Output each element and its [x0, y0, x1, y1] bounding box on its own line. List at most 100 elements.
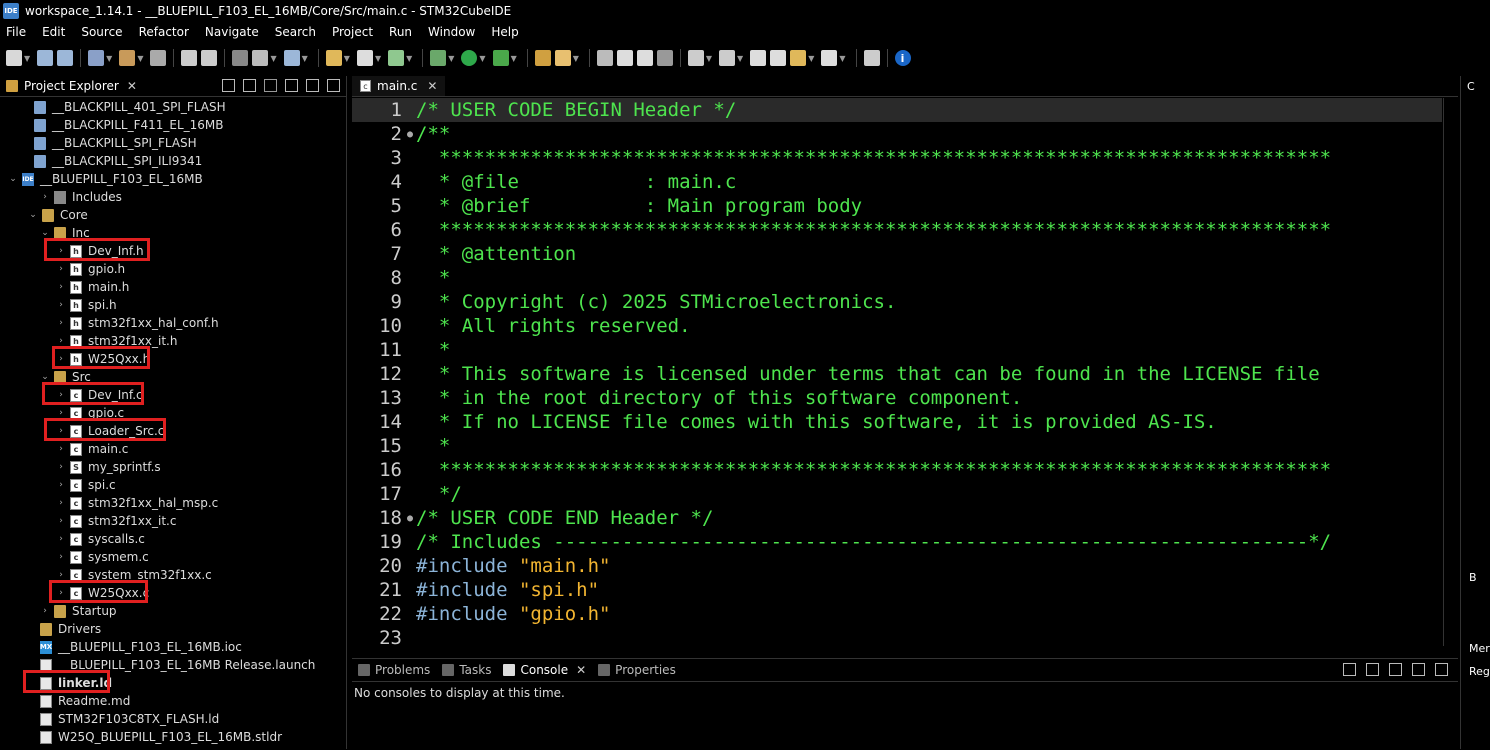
- menu-window[interactable]: Window: [422, 25, 485, 39]
- dropdown-arrow-icon[interactable]: ▼: [573, 54, 579, 63]
- dropdown-arrow-icon[interactable]: ▼: [375, 54, 381, 63]
- outline-tab-label[interactable]: C: [1467, 80, 1475, 93]
- chevron-down-icon[interactable]: ⌄: [8, 174, 18, 184]
- dropdown-arrow-icon[interactable]: ▼: [808, 54, 814, 63]
- tree-item[interactable]: __BLACKPILL_F411_EL_16MB: [20, 116, 224, 134]
- prev-annotation-icon[interactable]: [719, 50, 736, 66]
- dropdown-arrow-icon[interactable]: ▼: [737, 54, 743, 63]
- view-menu-icon[interactable]: [285, 79, 298, 92]
- maximize-icon[interactable]: [327, 79, 340, 92]
- tree-item[interactable]: › h gpio.h: [56, 260, 125, 278]
- chevron-down-icon[interactable]: ⌄: [40, 372, 50, 382]
- tree-item[interactable]: STM32F103C8TX_FLASH.ld: [26, 710, 219, 728]
- tab-main-c[interactable]: c main.c ✕: [352, 76, 446, 96]
- build-hammer-icon[interactable]: [119, 50, 136, 66]
- dropdown-arrow-icon[interactable]: ▼: [270, 54, 276, 63]
- filter-icon[interactable]: [264, 79, 277, 92]
- save-all-icon[interactable]: [57, 50, 74, 66]
- code-line[interactable]: 21 #include "spi.h": [352, 578, 1442, 602]
- tree-item[interactable]: › c stm32f1xx_it.c: [56, 512, 176, 530]
- tree-item[interactable]: › h stm32f1xx_hal_conf.h: [56, 314, 218, 332]
- chevron-right-icon[interactable]: ›: [56, 336, 66, 346]
- forward-icon[interactable]: [770, 50, 787, 66]
- chevron-right-icon[interactable]: ›: [56, 408, 66, 418]
- list-icon[interactable]: [636, 50, 653, 66]
- code-line[interactable]: 1 /* USER CODE BEGIN Header */: [352, 98, 1442, 122]
- brush-icon[interactable]: [554, 50, 571, 66]
- menu-search[interactable]: Search: [269, 25, 326, 39]
- device-icon[interactable]: [283, 50, 300, 66]
- tree-item[interactable]: __BLACKPILL_401_SPI_FLASH: [20, 98, 226, 116]
- document-icon[interactable]: [616, 50, 633, 66]
- debug-bug-icon[interactable]: [430, 50, 447, 66]
- code-line[interactable]: 19 /* Includes --------------------------…: [352, 530, 1442, 554]
- chevron-right-icon[interactable]: ›: [56, 300, 66, 310]
- code-line[interactable]: 13 * in the root directory of this softw…: [352, 386, 1442, 410]
- next-annotation-icon[interactable]: [687, 50, 704, 66]
- menu-help[interactable]: Help: [485, 25, 528, 39]
- menu-run[interactable]: Run: [383, 25, 422, 39]
- dropdown-arrow-icon[interactable]: ▼: [479, 54, 485, 63]
- code-line[interactable]: 10 * All rights reserved.: [352, 314, 1442, 338]
- code-line[interactable]: 8 *: [352, 266, 1442, 290]
- terminal-icon[interactable]: [252, 50, 269, 66]
- undo-icon[interactable]: [181, 50, 198, 66]
- code-line[interactable]: 23: [352, 626, 1442, 650]
- settings-icon[interactable]: [88, 50, 105, 66]
- refresh-icon[interactable]: [388, 50, 405, 66]
- tree-item[interactable]: › c stm32f1xx_hal_msp.c: [56, 494, 218, 512]
- code-line[interactable]: 12 * This software is licensed under ter…: [352, 362, 1442, 386]
- binary-icon[interactable]: [150, 50, 167, 66]
- redo-icon[interactable]: [201, 50, 218, 66]
- code-line[interactable]: 14 * If no LICENSE file comes with this …: [352, 410, 1442, 434]
- chevron-right-icon[interactable]: ›: [56, 318, 66, 328]
- minimize-icon[interactable]: [306, 79, 319, 92]
- close-icon[interactable]: ✕: [127, 79, 137, 93]
- minimize-icon[interactable]: [1412, 663, 1425, 676]
- tree-item[interactable]: › Includes: [40, 188, 122, 206]
- perspective-icon[interactable]: [863, 50, 880, 66]
- external-tools-icon[interactable]: [492, 50, 509, 66]
- tree-item[interactable]: › c main.c: [56, 440, 128, 458]
- code-line[interactable]: 3 **************************************…: [352, 146, 1442, 170]
- build-analyzer-tab-label[interactable]: B: [1469, 571, 1477, 584]
- code-line[interactable]: 20 #include "main.h": [352, 554, 1442, 578]
- code-line[interactable]: 16 *************************************…: [352, 458, 1442, 482]
- tab-tasks[interactable]: Tasks: [436, 663, 497, 677]
- tree-item[interactable]: › c spi.c: [56, 476, 115, 494]
- tree-item[interactable]: › Smy_sprintf.s: [56, 458, 160, 476]
- back-icon[interactable]: [750, 50, 767, 66]
- chevron-right-icon[interactable]: ›: [56, 498, 66, 508]
- tree-item[interactable]: › c syscalls.c: [56, 530, 145, 548]
- chevron-right-icon[interactable]: ›: [40, 192, 50, 202]
- dropdown-arrow-icon[interactable]: ▼: [344, 54, 350, 63]
- vertical-scrollbar[interactable]: [1443, 98, 1452, 646]
- new-icon[interactable]: [6, 50, 22, 66]
- code-line[interactable]: 22 #include "gpio.h": [352, 602, 1442, 626]
- code-line[interactable]: 7 * @attention: [352, 242, 1442, 266]
- chevron-right-icon[interactable]: ›: [56, 282, 66, 292]
- dropdown-arrow-icon[interactable]: ▼: [511, 54, 517, 63]
- link-editor-icon[interactable]: [243, 79, 256, 92]
- nav-back-icon[interactable]: [790, 50, 807, 66]
- tree-item[interactable]: ⌄ IDE __BLUEPILL_F103_EL_16MB: [8, 170, 203, 188]
- dropdown-arrow-icon[interactable]: ▼: [448, 54, 454, 63]
- tree-item[interactable]: __BLACKPILL_SPI_FLASH: [20, 134, 197, 152]
- dropdown-arrow-icon[interactable]: ▼: [24, 54, 30, 63]
- close-icon[interactable]: ✕: [576, 663, 586, 677]
- chevron-right-icon[interactable]: ›: [56, 534, 66, 544]
- menu-source[interactable]: Source: [75, 25, 132, 39]
- tree-item[interactable]: Readme.md: [26, 692, 130, 710]
- dropdown-arrow-icon[interactable]: ▼: [406, 54, 412, 63]
- tree-item[interactable]: __BLACKPILL_SPI_ILI9341: [20, 152, 202, 170]
- tab-project-explorer[interactable]: Project Explorer ✕: [0, 79, 137, 93]
- chevron-right-icon[interactable]: ›: [56, 516, 66, 526]
- skip-breakpoints-icon[interactable]: [232, 50, 249, 66]
- pen-icon[interactable]: [596, 50, 613, 66]
- chevron-right-icon[interactable]: ›: [56, 462, 66, 472]
- code-line[interactable]: 18 ●/* USER CODE END Header */: [352, 506, 1442, 530]
- tree-item[interactable]: › Startup: [40, 602, 116, 620]
- dropdown-arrow-icon[interactable]: ▼: [839, 54, 845, 63]
- memory-tab-label[interactable]: Mer: [1469, 642, 1490, 655]
- code-line[interactable]: 5 * @brief : Main program body: [352, 194, 1442, 218]
